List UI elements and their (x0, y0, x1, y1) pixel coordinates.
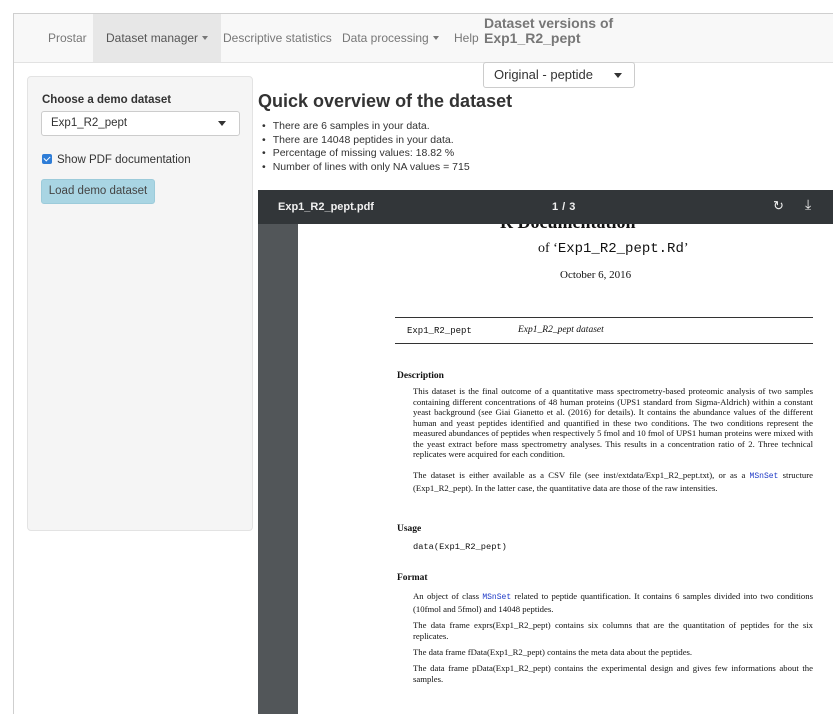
section-heading-format: Format (397, 573, 428, 583)
doc-title: R Documentation (500, 224, 636, 233)
show-pdf-checkbox-row[interactable]: Show PDF documentation (42, 154, 191, 166)
usage-code: data(Exp1_R2_pept) (413, 542, 507, 552)
download-icon[interactable]: ⤓ (805, 196, 811, 213)
list-item: Number of lines with only NA values = 71… (262, 161, 470, 175)
code-keyword: MSnSet (482, 593, 512, 602)
chevron-down-icon (218, 121, 226, 126)
chevron-down-icon (614, 73, 622, 78)
format-paragraph-2: The data frame exprs(Exp1_R2_pept) conta… (413, 620, 813, 641)
dataset-versions-title-line2: Exp1_R2_pept (484, 30, 581, 46)
code-keyword: MSnSet (749, 472, 779, 481)
divider (395, 317, 813, 318)
section-heading-usage: Usage (397, 524, 422, 534)
overview-list: There are 6 samples in your data. There … (262, 120, 470, 174)
list-item: There are 6 samples in your data. (262, 120, 470, 134)
section-heading-description: Description (397, 371, 444, 381)
divider (395, 343, 813, 344)
pdf-viewer[interactable]: Exp1_R2_pept.pdf 1 / 3 ↻ ⤓ R Documentati… (258, 190, 833, 714)
description-paragraph: This dataset is the final outcome of a q… (413, 386, 813, 459)
text-run: An object of class (413, 591, 483, 601)
rotate-icon[interactable]: ↻ (773, 198, 784, 214)
sidebar-panel: Choose a demo dataset Exp1_R2_pept Show … (27, 76, 253, 531)
choose-demo-dataset-label: Choose a demo dataset (42, 94, 172, 106)
doc-subtitle-suffix: ’ (683, 241, 689, 256)
dataset-versions-title: Dataset versions of Exp1_R2_pept (484, 16, 613, 46)
text-run: The dataset is either available as a CSV… (413, 470, 750, 480)
page-title: Quick overview of the dataset (258, 91, 513, 111)
format-paragraph-3: The data frame fData(Exp1_R2_pept) conta… (413, 647, 693, 657)
dataset-versions-title-line1: Dataset versions of (484, 15, 614, 31)
show-pdf-checkbox[interactable] (42, 154, 52, 164)
nav-menu-data-processing-label: Data processing (342, 31, 429, 45)
doc-entry-name: Exp1_R2_pept (407, 326, 472, 336)
show-pdf-label: Show PDF documentation (57, 154, 191, 166)
format-paragraph-4: The data frame pData(Exp1_R2_pept) conta… (413, 663, 813, 684)
navbar: Prostar Dataset manager Descriptive stat… (14, 14, 833, 63)
pdf-page: R Documentation of ‘Exp1_R2_pept.Rd’ Oct… (298, 224, 833, 714)
doc-subtitle-name: Exp1_R2_pept.Rd (557, 241, 684, 257)
dataset-version-select-value: Original - peptide (494, 67, 593, 82)
list-item: Percentage of missing values: 18.82 % (262, 147, 470, 161)
doc-subtitle: of ‘Exp1_R2_pept.Rd’ (538, 241, 689, 257)
pdf-page-indicator: 1 / 3 (552, 201, 576, 213)
load-demo-dataset-button[interactable]: Load demo dataset (41, 179, 155, 204)
pdf-toolbar: Exp1_R2_pept.pdf 1 / 3 ↻ ⤓ (258, 190, 833, 224)
chevron-down-icon (432, 36, 439, 40)
doc-date: October 6, 2016 (560, 269, 632, 281)
doc-subtitle-prefix: of ‘ (538, 241, 558, 256)
demo-dataset-select-value: Exp1_R2_pept (51, 117, 128, 129)
nav-menu-data-processing[interactable]: Data processing (342, 14, 439, 62)
format-paragraph-1: An object of class MSnSet related to pep… (413, 591, 813, 614)
demo-dataset-select[interactable]: Exp1_R2_pept (41, 111, 240, 136)
dataset-version-select[interactable]: Original - peptide (483, 62, 635, 88)
pdf-filename: Exp1_R2_pept.pdf (278, 201, 374, 213)
nav-menu-dataset-manager-label: Dataset manager (106, 31, 199, 45)
doc-entry-alias: Exp1_R2_pept dataset (518, 325, 604, 335)
chevron-down-icon (202, 36, 209, 40)
description-paragraph-2: The dataset is either available as a CSV… (413, 470, 813, 493)
nav-menu-help[interactable]: Help (454, 14, 479, 62)
list-item: There are 14048 peptides in your data. (262, 134, 470, 148)
nav-menu-descriptive-statistics[interactable]: Descriptive statistics (223, 14, 332, 62)
nav-menu-dataset-manager[interactable]: Dataset manager (93, 14, 222, 62)
nav-brand-prostar[interactable]: Prostar (48, 14, 87, 62)
